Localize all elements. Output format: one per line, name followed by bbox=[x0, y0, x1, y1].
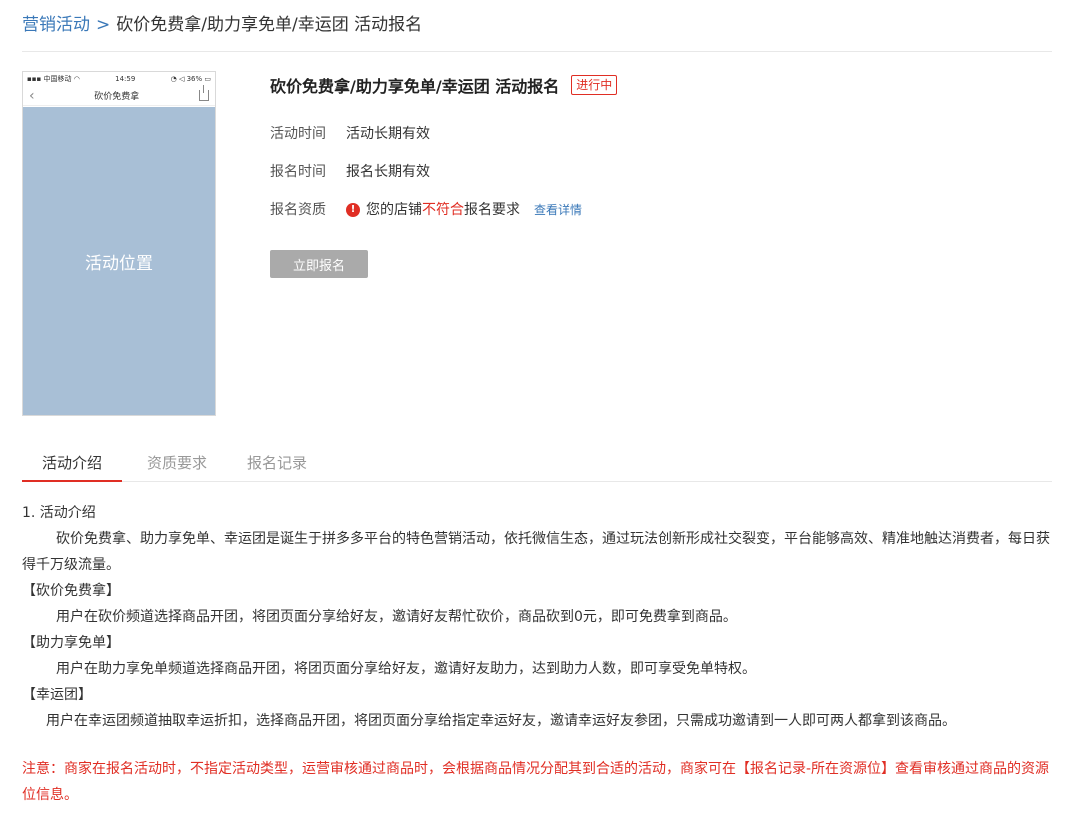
activity-title-row: 砍价免费拿/助力享免单/幸运团 活动报名 进行中 bbox=[270, 73, 618, 97]
phone-time: 14:59 bbox=[115, 75, 136, 83]
activity-time-label: 活动时间 bbox=[270, 126, 326, 142]
breadcrumb-current: 砍价免费拿/助力享免单/幸运团 活动报名 bbox=[116, 15, 423, 35]
qualification-not-met: 不符合 bbox=[422, 202, 464, 218]
phone-nav-bar: ‹ 砍价免费拿 bbox=[23, 85, 215, 106]
section-assist-text: 用户在助力享免单频道选择商品开团，将团页面分享给好友，邀请好友助力，达到助力人数… bbox=[56, 661, 756, 677]
qualification-prefix: 您的店铺 bbox=[366, 202, 422, 218]
intro-heading: 1. 活动介绍 bbox=[22, 505, 96, 521]
intro-summary: 砍价免费拿、助力享免单、幸运团是诞生于拼多多平台的特色营销活动，依托微信生态，通… bbox=[22, 531, 1050, 573]
breadcrumb-separator: > bbox=[96, 15, 111, 35]
tab-qualification-requirements[interactable]: 资质要求 bbox=[134, 445, 220, 482]
activity-position-label: 活动位置 bbox=[85, 253, 153, 274]
header-divider bbox=[22, 51, 1052, 52]
apply-now-button[interactable]: 立即报名 bbox=[270, 250, 368, 278]
share-icon bbox=[199, 85, 209, 101]
activity-position-placeholder: 活动位置 bbox=[23, 107, 215, 415]
status-badge: 进行中 bbox=[571, 75, 618, 95]
section-lucky-title: 【幸运团】 bbox=[22, 687, 92, 703]
phone-carrier: ▪▪▪ 中国移动 ◠ bbox=[27, 75, 80, 83]
activity-time-row: 活动时间 活动长期有效 bbox=[270, 124, 430, 144]
activity-intro-content: 1. 活动介绍 砍价免费拿、助力享免单、幸运团是诞生于拼多多平台的特色营销活动，… bbox=[22, 500, 1052, 808]
signup-time-value: 报名长期有效 bbox=[346, 164, 430, 180]
section-assist-title: 【助力享免单】 bbox=[22, 635, 120, 651]
back-chevron-icon: ‹ bbox=[29, 87, 35, 104]
notice-text: 注意：商家在报名活动时，不指定活动类型，运营审核通过商品时，会根据商品情况分配其… bbox=[22, 761, 1050, 803]
qualification-label: 报名资质 bbox=[270, 202, 326, 218]
phone-battery: ◔ ◁ 36% ▭ bbox=[170, 75, 211, 83]
breadcrumb: 营销活动 > 砍价免费拿/助力享免单/幸运团 活动报名 bbox=[22, 13, 422, 37]
section-bargain-text: 用户在砍价频道选择商品开团，将团页面分享给好友，邀请好友帮忙砍价，商品砍到0元，… bbox=[56, 609, 737, 625]
warning-icon: ! bbox=[346, 203, 360, 217]
qualification-suffix: 报名要求 bbox=[464, 202, 520, 218]
tab-activity-intro[interactable]: 活动介绍 bbox=[22, 445, 122, 482]
signup-time-label: 报名时间 bbox=[270, 164, 326, 180]
phone-status-bar: ▪▪▪ 中国移动 ◠ 14:59 ◔ ◁ 36% ▭ bbox=[23, 72, 215, 86]
breadcrumb-marketing-link[interactable]: 营销活动 bbox=[22, 15, 90, 35]
tab-signup-records[interactable]: 报名记录 bbox=[234, 445, 320, 482]
activity-info: 砍价免费拿/助力享免单/幸运团 活动报名 进行中 活动时间 活动长期有效 报名时… bbox=[270, 73, 618, 278]
activity-time-value: 活动长期有效 bbox=[346, 126, 430, 142]
tab-bar: 活动介绍 资质要求 报名记录 bbox=[22, 445, 1052, 482]
phone-nav-title: 砍价免费拿 bbox=[94, 92, 140, 102]
signup-time-row: 报名时间 报名长期有效 bbox=[270, 162, 430, 182]
section-lucky-text: 用户在幸运团频道抽取幸运折扣，选择商品开团，将团页面分享给指定幸运好友，邀请幸运… bbox=[46, 713, 956, 729]
phone-preview: ▪▪▪ 中国移动 ◠ 14:59 ◔ ◁ 36% ▭ ‹ 砍价免费拿 活动位置 bbox=[22, 71, 216, 416]
view-details-link[interactable]: 查看详情 bbox=[534, 200, 582, 220]
section-bargain-title: 【砍价免费拿】 bbox=[22, 583, 120, 599]
activity-title: 砍价免费拿/助力享免单/幸运团 活动报名 bbox=[270, 77, 560, 96]
qualification-row: 报名资质 ! 您的店铺 不符合 报名要求 查看详情 bbox=[270, 200, 582, 220]
